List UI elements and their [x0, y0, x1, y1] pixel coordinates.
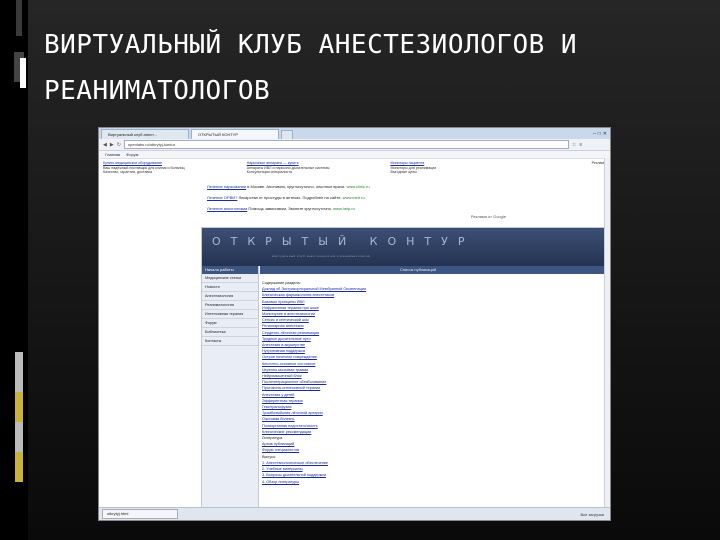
bookmark-item[interactable]: Главная: [105, 151, 120, 158]
all-downloads-link[interactable]: Все загрузки: [580, 512, 604, 517]
download-bar: otkrytyj.html Все загрузки: [99, 507, 610, 520]
left-decor-bar: [20, 58, 26, 88]
window-controls: – □ ✕: [593, 131, 610, 137]
sidebar-item[interactable]: Реаниматология: [202, 301, 258, 310]
site-sidebar: Начало работы Медицинские статьи Новости…: [202, 266, 259, 507]
forward-icon[interactable]: ▶: [110, 142, 114, 148]
ad-title-link[interactable]: Наркозные аппараты — купить: [247, 161, 299, 165]
ad-block: Купить медицинское оборудование Ваш надё…: [103, 161, 247, 181]
bookmark-item[interactable]: Форум: [126, 151, 138, 158]
ad-line-title[interactable]: Лечение алкоголизма: [207, 206, 247, 211]
ad-text: Выгодные цены: [390, 170, 417, 175]
back-icon[interactable]: ◀: [103, 142, 107, 148]
publication-list: Содержание раздела: Доклад об Экстракорпо…: [260, 274, 606, 485]
ad-lines: Лечение наркомании в Москве. Анонимно, к…: [99, 181, 610, 214]
sidebar-item[interactable]: Контакты: [202, 337, 258, 346]
google-ads-label: Реклама от Google: [470, 214, 506, 219]
ad-text: Качество, гарантия, доставка: [103, 170, 153, 175]
sidebar-item[interactable]: Интенсивная терапия: [202, 310, 258, 319]
sidebar-item[interactable]: Новости: [202, 283, 258, 292]
browser-tab-bar: Виртуальный клуб анест... ОТКРЫТЫЙ КОНТУ…: [99, 128, 610, 139]
left-decor-bar: [16, 0, 22, 36]
publication-link[interactable]: 4. Обзор литературы: [262, 479, 606, 485]
ad-line-title[interactable]: Лечение наркомании: [207, 184, 246, 189]
ad-title-link[interactable]: Мониторы пациента: [390, 161, 424, 165]
reload-icon[interactable]: ↻: [117, 142, 121, 148]
ad-line-text: в Москве. Анонимно, круглосуточно, опытн…: [247, 184, 346, 189]
ad-line: Лечение алкоголизма Помощь зависимым. Зв…: [207, 203, 610, 214]
scrollbar[interactable]: [604, 158, 610, 508]
ad-text: Мониторы для реанимации: [390, 165, 437, 170]
site-banner-subtitle: виртуальный клуб анестезиологов и реаним…: [272, 254, 371, 258]
sidebar-heading: Начало работы: [202, 266, 258, 274]
ad-line: Лечение ОРВИ? Лекарства от простуды в ап…: [207, 192, 610, 203]
ad-text: Ваш надёжный поставщик для клиник и боль…: [103, 165, 185, 170]
site-main: Список публикаций Содержание раздела: Док…: [260, 266, 606, 507]
new-tab-button[interactable]: [281, 130, 293, 139]
ad-corner-label: Реклама: [591, 161, 607, 165]
close-icon[interactable]: ✕: [603, 131, 607, 137]
browser-tab[interactable]: Виртуальный клуб анест...: [101, 129, 189, 139]
ads-top-row: Купить медицинское оборудование Ваш надё…: [99, 159, 610, 181]
ad-text: Аппараты ИВЛ и наркозно-дыхательные сист…: [246, 165, 330, 170]
address-input[interactable]: openlabs.ru/otkrytyj-kontur: [123, 140, 569, 149]
sidebar-item[interactable]: Анестезиология: [202, 292, 258, 301]
browser-screenshot: Виртуальный клуб анест... ОТКРЫТЫЙ КОНТУ…: [98, 127, 611, 521]
star-icon[interactable]: ☆: [572, 142, 576, 148]
ad-line-title[interactable]: Лечение ОРВИ?: [207, 195, 237, 200]
sidebar-item[interactable]: Библиотека: [202, 328, 258, 337]
sidebar-item[interactable]: Медицинские статьи: [202, 274, 258, 283]
slide: ВИРТУАЛЬНЫЙ КЛУБ АНЕСТЕЗИОЛОГОВ И РЕАНИМ…: [0, 0, 720, 540]
ad-line: Лечение наркомании в Москве. Анонимно, к…: [207, 181, 610, 192]
browser-tab-active[interactable]: ОТКРЫТЫЙ КОНТУР: [191, 129, 279, 139]
ad-block: Мониторы пациента Мониторы для реанимаци…: [390, 161, 534, 181]
ad-block: Наркозные аппараты — купить Аппараты ИВЛ…: [247, 161, 391, 181]
ad-line-text: Помощь зависимым. Звоните круглосуточно.: [248, 206, 332, 211]
ad-line-url[interactable]: www.clinic.ru: [346, 184, 369, 189]
ad-title-link[interactable]: Купить медицинское оборудование: [103, 161, 162, 165]
left-decor-bar: [15, 352, 23, 392]
slide-title: ВИРТУАЛЬНЫЙ КЛУБ АНЕСТЕЗИОЛОГОВ И РЕАНИМ…: [44, 30, 578, 106]
ad-line-text: Лекарства от простуды в аптеках. Подробн…: [238, 195, 342, 200]
left-decor-bar: [15, 452, 23, 482]
bookmarks-bar: Главная Форум: [99, 151, 610, 159]
address-bar-row: ◀ ▶ ↻ openlabs.ru/otkrytyj-kontur ☆ ≡: [99, 139, 610, 151]
main-heading: Список публикаций: [260, 266, 606, 274]
left-decor-bar: [15, 392, 23, 422]
menu-icon[interactable]: ≡: [579, 142, 582, 148]
maximize-icon[interactable]: □: [598, 131, 601, 137]
site-frame: ОТКРЫТЫЙ КОНТУР виртуальный клуб анестез…: [201, 227, 607, 508]
ad-line-url[interactable]: www.help.ru: [333, 206, 355, 211]
download-item[interactable]: otkrytyj.html: [102, 509, 178, 519]
minimize-icon[interactable]: –: [593, 131, 596, 137]
site-banner: ОТКРЫТЫЙ КОНТУР виртуальный клуб анестез…: [202, 228, 606, 266]
ad-line-url[interactable]: www.med.ru: [343, 195, 365, 200]
left-decor-bar: [15, 422, 23, 452]
sidebar-item[interactable]: Форум: [202, 319, 258, 328]
ad-text: Консультация специалиста: [246, 170, 292, 175]
site-logo-title[interactable]: ОТКРЫТЫЙ КОНТУР: [212, 235, 474, 248]
